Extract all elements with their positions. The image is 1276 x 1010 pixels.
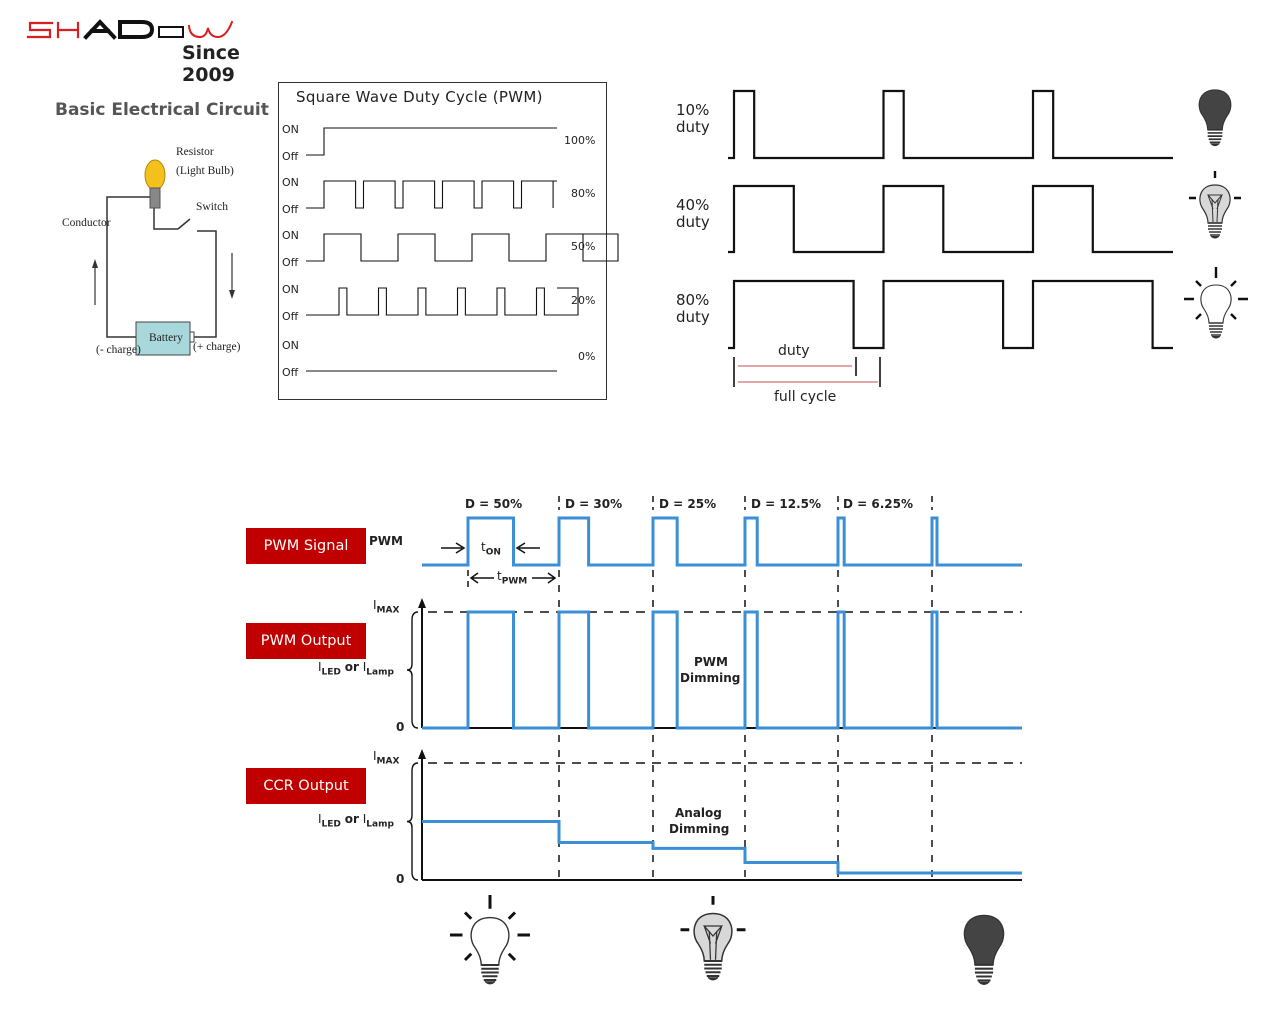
- bulb-row: [450, 89, 1248, 985]
- bright-bulb-icon: [450, 895, 530, 985]
- dim-bulb-icon: [1189, 171, 1241, 239]
- dark-bulb-icon: [963, 914, 1005, 985]
- bright-bulb-icon: [1184, 267, 1248, 339]
- dim-bulb-icon: [680, 896, 746, 981]
- dark-bulb-icon: [1198, 89, 1232, 147]
